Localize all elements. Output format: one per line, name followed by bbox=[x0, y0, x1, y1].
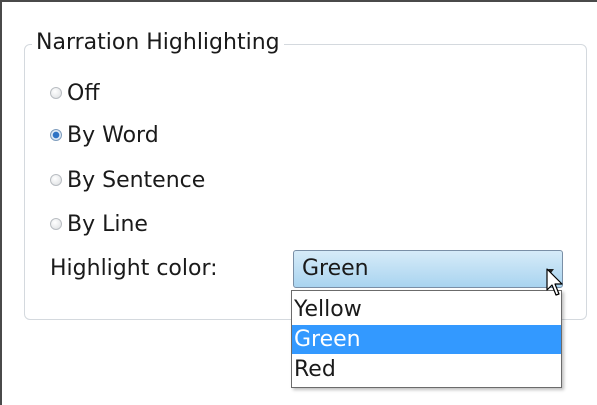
radio-button-checked-icon[interactable] bbox=[50, 129, 62, 141]
radio-button-icon[interactable] bbox=[50, 87, 62, 99]
option-red[interactable]: Red bbox=[292, 355, 561, 384]
radio-button-icon[interactable] bbox=[50, 218, 62, 230]
radio-by-sentence[interactable]: By Sentence bbox=[50, 165, 205, 195]
radio-label-by-sentence: By Sentence bbox=[67, 167, 206, 193]
option-yellow[interactable]: Yellow bbox=[292, 295, 561, 324]
radio-label-by-line: By Line bbox=[67, 211, 148, 237]
radio-label-off: Off bbox=[67, 80, 100, 106]
radio-by-word[interactable]: By Word bbox=[50, 120, 159, 150]
radio-label-by-word: By Word bbox=[67, 122, 159, 148]
radio-by-line[interactable]: By Line bbox=[50, 209, 148, 239]
option-green[interactable]: Green bbox=[292, 325, 561, 354]
group-title: Narration Highlighting bbox=[32, 28, 284, 58]
radio-button-icon[interactable] bbox=[50, 174, 62, 186]
mouse-pointer-icon bbox=[546, 268, 563, 296]
highlight-color-options: Yellow Green Red bbox=[291, 290, 562, 388]
selected-value: Green bbox=[302, 256, 369, 281]
highlight-color-select[interactable]: Green bbox=[293, 250, 563, 288]
radio-off[interactable]: Off bbox=[50, 78, 99, 108]
highlight-color-label: Highlight color: bbox=[50, 256, 218, 281]
